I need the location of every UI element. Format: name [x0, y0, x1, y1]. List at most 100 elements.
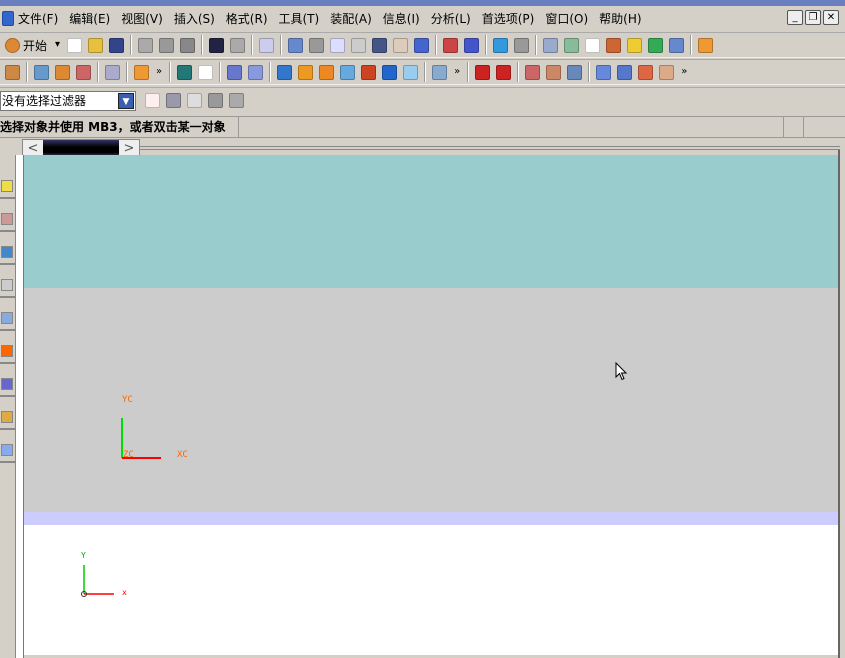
- toolbar-separator: [535, 35, 538, 55]
- snap-angle-icon[interactable]: [229, 93, 244, 108]
- open-folder-icon[interactable]: [88, 37, 104, 53]
- palette-color-icon[interactable]: [0, 340, 15, 364]
- save-icon[interactable]: [109, 37, 125, 53]
- menu-item[interactable]: 首选项(P): [482, 10, 535, 27]
- toolbar-overflow-icon[interactable]: »: [681, 67, 687, 77]
- fit-icon[interactable]: [288, 37, 304, 53]
- toolbar-overflow-icon[interactable]: »: [156, 67, 162, 77]
- wcs-y-label: YC: [122, 395, 133, 405]
- rotate-icon[interactable]: [372, 37, 388, 53]
- explode-icon[interactable]: [105, 64, 120, 80]
- menu-item[interactable]: 装配(A): [330, 10, 372, 27]
- blend-icon[interactable]: [298, 64, 314, 80]
- spline-icon[interactable]: [546, 64, 562, 80]
- block-icon[interactable]: [277, 64, 293, 80]
- extrude-icon[interactable]: [227, 64, 243, 80]
- restore-button[interactable]: ❐: [805, 10, 821, 25]
- shaded-cube-icon[interactable]: [493, 37, 509, 53]
- status-cell: [238, 117, 783, 137]
- paste-icon[interactable]: [180, 37, 196, 53]
- wcs-orient-icon[interactable]: [464, 37, 480, 53]
- shell-icon[interactable]: [361, 64, 377, 80]
- roles-icon[interactable]: [0, 406, 15, 430]
- copy-icon[interactable]: [159, 37, 175, 53]
- start-button[interactable]: 开始: [23, 37, 47, 54]
- line-icon[interactable]: [475, 64, 491, 80]
- play-icon[interactable]: [648, 37, 664, 53]
- curve-tool-icon[interactable]: [567, 64, 583, 80]
- snap-point-icon[interactable]: [208, 93, 223, 108]
- toolbar-overflow-icon[interactable]: »: [454, 67, 460, 77]
- menu-item[interactable]: 工具(T): [279, 10, 320, 27]
- hole-icon[interactable]: [340, 64, 356, 80]
- zoom-window-icon[interactable]: [330, 37, 346, 53]
- visualization-icon[interactable]: [0, 373, 15, 397]
- mate-icon[interactable]: [76, 64, 91, 80]
- selection-filter-icon[interactable]: [145, 93, 160, 108]
- reuse-library-icon[interactable]: [0, 307, 15, 331]
- datum-icon[interactable]: [177, 64, 193, 80]
- sketch-icon[interactable]: [134, 64, 149, 80]
- profile-icon[interactable]: [525, 64, 541, 80]
- plane-icon[interactable]: [198, 64, 214, 80]
- undo-icon[interactable]: [209, 37, 225, 53]
- measure-icon[interactable]: [698, 37, 714, 53]
- sweep-icon[interactable]: [638, 64, 654, 80]
- menu-item[interactable]: 编辑(E): [69, 10, 110, 27]
- tool-icon[interactable]: [669, 37, 685, 53]
- pattern-icon[interactable]: [432, 64, 448, 80]
- menu-item[interactable]: 文件(F): [18, 10, 58, 27]
- toolbar-separator: [467, 62, 470, 82]
- component-icon[interactable]: [55, 64, 70, 80]
- redo-icon[interactable]: [230, 37, 246, 53]
- layer-icon[interactable]: [543, 37, 559, 53]
- wcs-x-label: XC: [177, 450, 188, 460]
- start-dropdown-icon[interactable]: ▾: [55, 40, 60, 50]
- surface-icon[interactable]: [596, 64, 612, 80]
- wcs-icon[interactable]: [443, 37, 459, 53]
- selection-filter-dropdown[interactable]: 没有选择过滤器 ▼: [0, 91, 136, 111]
- zoom-box-icon[interactable]: [309, 37, 325, 53]
- menu-bar: 文件(F) 编辑(E) 视图(V) 插入(S) 格式(R) 工具(T) 装配(A) 信息(I)…: [0, 6, 845, 30]
- layer-settings-icon[interactable]: [564, 37, 580, 53]
- standard-toolbar: 开始 ▾: [0, 32, 845, 58]
- menu-item[interactable]: 分析(L): [431, 10, 471, 27]
- part-icon[interactable]: [34, 64, 49, 80]
- pan-icon[interactable]: [393, 37, 409, 53]
- point-constructor-icon[interactable]: [606, 37, 622, 53]
- animation-icon[interactable]: [627, 37, 643, 53]
- arc-icon[interactable]: [496, 64, 512, 80]
- perspective-icon[interactable]: [414, 37, 430, 53]
- chevron-down-icon[interactable]: ▼: [118, 93, 134, 109]
- menu-item[interactable]: 格式(R): [226, 10, 268, 27]
- revolve-icon[interactable]: [248, 64, 264, 80]
- menu-item[interactable]: 窗口(O): [545, 10, 588, 27]
- chamfer-icon[interactable]: [319, 64, 335, 80]
- eraser-icon[interactable]: [187, 93, 202, 108]
- close-button[interactable]: ✕: [823, 10, 839, 25]
- cut-icon[interactable]: [138, 37, 154, 53]
- menu-item[interactable]: 插入(S): [174, 10, 215, 27]
- selection-icon[interactable]: [585, 37, 601, 53]
- zoom-icon[interactable]: [351, 37, 367, 53]
- offset-surface-icon[interactable]: [659, 64, 675, 80]
- abs-y-label: Y: [81, 551, 86, 560]
- info-icon[interactable]: [259, 37, 275, 53]
- boss-icon[interactable]: [382, 64, 398, 80]
- assembly-icon[interactable]: [5, 64, 20, 80]
- mesh-surface-icon[interactable]: [617, 64, 633, 80]
- history-icon[interactable]: [0, 274, 15, 298]
- menu-item[interactable]: 信息(I): [383, 10, 420, 27]
- graphics-viewport[interactable]: YC ZC XC Y x: [24, 155, 838, 655]
- minimize-button[interactable]: _: [787, 10, 803, 25]
- render-style-icon[interactable]: [514, 37, 530, 53]
- new-file-icon[interactable]: [67, 37, 83, 53]
- menu-item[interactable]: 帮助(H): [599, 10, 641, 27]
- constraint-navigator-icon[interactable]: [0, 208, 15, 232]
- sphere-icon[interactable]: [403, 64, 419, 80]
- assembly-navigator-icon[interactable]: [0, 175, 15, 199]
- system-scene-icon[interactable]: [0, 439, 15, 463]
- menu-item[interactable]: 视图(V): [121, 10, 163, 27]
- undo-select-icon[interactable]: [166, 93, 181, 108]
- part-navigator-icon[interactable]: [0, 241, 15, 265]
